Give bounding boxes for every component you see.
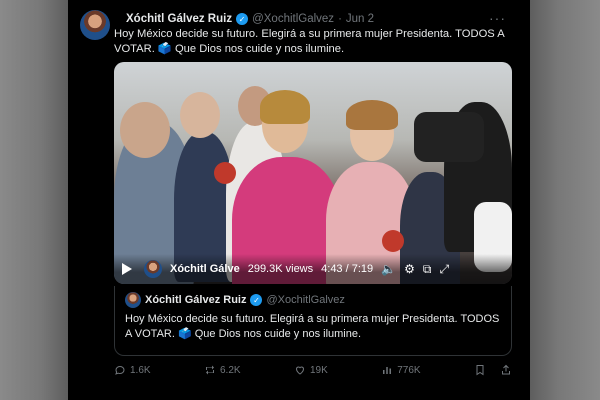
separator: · bbox=[338, 13, 342, 25]
quoted-text: Hoy México decide su futuro. Elegirá a s… bbox=[125, 313, 500, 340]
video-channel-name: Xóchitl Gálve bbox=[170, 263, 240, 275]
picture-in-picture-icon[interactable]: ⧉ bbox=[423, 262, 432, 277]
quoted-verified-badge-icon: ✓ bbox=[250, 294, 263, 306]
like-button[interactable]: 19K bbox=[294, 364, 328, 376]
video-controls: Xóchitl Gálve 299.3K views 4:43 / 7:19 🔈… bbox=[114, 254, 512, 284]
tweet-text: Hoy México decide su futuro. Elegirá a s… bbox=[114, 28, 505, 55]
channel-avatar bbox=[144, 260, 162, 278]
analytics-icon bbox=[383, 367, 392, 374]
quoted-tweet[interactable]: Xóchitl Gálvez Ruiz ✓ @XochitlGalvez Hoy… bbox=[114, 286, 512, 356]
blurred-background-right bbox=[530, 0, 600, 400]
settings-gear-icon[interactable]: ⚙ bbox=[404, 262, 415, 276]
author-name[interactable]: Xóchitl Gálvez Ruiz bbox=[126, 13, 232, 25]
reply-count: 1.6K bbox=[130, 364, 151, 376]
blurred-background-left bbox=[0, 0, 68, 400]
quoted-handle[interactable]: @XochitlGalvez bbox=[266, 294, 344, 306]
quoted-avatar bbox=[125, 292, 141, 308]
quoted-header: Xóchitl Gálvez Ruiz ✓ @XochitlGalvez bbox=[125, 292, 501, 308]
reply-button[interactable]: 1.6K bbox=[114, 364, 151, 376]
author-avatar[interactable] bbox=[80, 10, 110, 40]
secondary-actions bbox=[474, 364, 512, 376]
repost-button[interactable]: 6.2K bbox=[204, 364, 241, 376]
share-icon[interactable] bbox=[500, 364, 512, 376]
fullscreen-icon[interactable]: ⤢ bbox=[439, 262, 449, 277]
quoted-author-name[interactable]: Xóchitl Gálvez Ruiz bbox=[145, 294, 246, 306]
video-player[interactable]: Xóchitl Gálve 299.3K views 4:43 / 7:19 🔈… bbox=[114, 62, 512, 284]
video-frame: Xóchitl Gálve 299.3K views 4:43 / 7:19 🔈… bbox=[114, 62, 512, 284]
tweet-date[interactable]: Jun 2 bbox=[346, 13, 374, 25]
tweet-card[interactable]: Xóchitl Gálvez Ruiz ✓ @XochitlGalvez · J… bbox=[68, 0, 530, 400]
verified-badge-icon: ✓ bbox=[236, 13, 249, 25]
like-count: 19K bbox=[310, 364, 328, 376]
views-count: 776K bbox=[397, 364, 421, 376]
video-views: 299.3K views bbox=[247, 263, 314, 275]
video-time: 4:43 / 7:19 bbox=[321, 263, 374, 275]
tweet-header: Xóchitl Gálvez Ruiz ✓ @XochitlGalvez · J… bbox=[80, 6, 520, 40]
repost-icon bbox=[206, 365, 214, 375]
reply-icon bbox=[115, 365, 125, 375]
author-line: Xóchitl Gálvez Ruiz ✓ @XochitlGalvez · J… bbox=[126, 13, 374, 25]
repost-count: 6.2K bbox=[220, 364, 241, 376]
author-handle[interactable]: @XochitlGalvez bbox=[252, 13, 334, 25]
more-options-icon[interactable]: ··· bbox=[489, 10, 506, 26]
volume-icon[interactable]: 🔈 bbox=[381, 262, 396, 276]
heart-icon bbox=[295, 366, 305, 375]
views-button[interactable]: 776K bbox=[381, 364, 421, 376]
bookmark-icon[interactable] bbox=[474, 364, 486, 376]
action-bar: 1.6K 6.2K 19K 776K bbox=[114, 364, 512, 376]
play-icon[interactable] bbox=[122, 263, 132, 275]
